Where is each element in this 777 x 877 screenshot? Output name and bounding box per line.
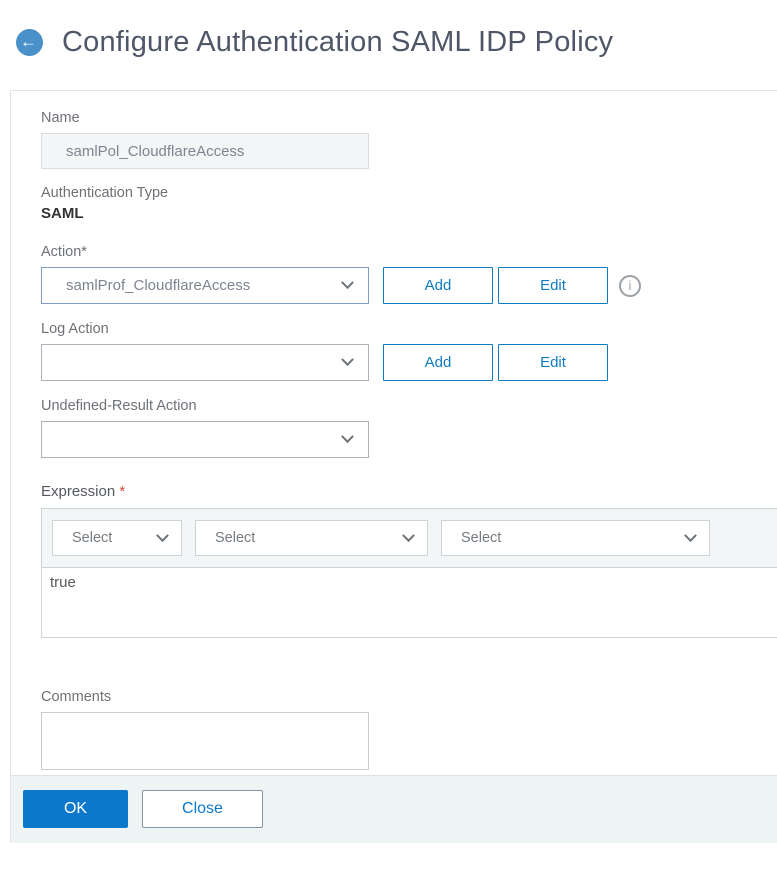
comments-label: Comments [41, 689, 112, 705]
comments-input[interactable] [41, 712, 369, 770]
expression-label: Expression * [41, 483, 126, 500]
action-row: samlProf_CloudflareAccess Add Edit i [41, 267, 777, 304]
expression-toolbar: Select Select Select [42, 509, 777, 568]
log-action-select[interactable] [41, 344, 369, 381]
page-title: Configure Authentication SAML IDP Policy [62, 26, 614, 58]
page-header: ← Configure Authentication SAML IDP Poli… [0, 0, 777, 59]
action-edit-button[interactable]: Edit [498, 267, 608, 304]
action-select-value: samlProf_CloudflareAccess [66, 277, 251, 294]
chevron-down-icon [341, 353, 354, 367]
expression-select-3[interactable]: Select [441, 520, 710, 556]
log-action-row: Add Edit [41, 344, 777, 381]
expression-select-1-value: Select [72, 530, 113, 546]
ok-button[interactable]: OK [23, 790, 128, 828]
chevron-down-icon [156, 528, 169, 542]
chevron-down-icon [402, 528, 415, 542]
chevron-down-icon [341, 430, 354, 444]
chevron-down-icon [684, 528, 697, 542]
log-action-label: Log Action [41, 321, 109, 337]
name-input[interactable] [41, 133, 369, 169]
expression-select-2-value: Select [215, 530, 256, 546]
expression-select-1[interactable]: Select [52, 520, 182, 556]
auth-type-value: SAML [41, 205, 84, 222]
required-asterisk: * [119, 483, 126, 500]
close-button[interactable]: Close [142, 790, 263, 828]
form-footer: OK Close [11, 775, 777, 843]
log-action-add-button[interactable]: Add [383, 344, 493, 381]
form-body: Name Authentication Type SAML Action* sa… [11, 91, 777, 775]
expression-editor: Select Select Select true [41, 508, 777, 638]
action-add-button[interactable]: Add [383, 267, 493, 304]
auth-type-label: Authentication Type [41, 185, 169, 201]
back-button[interactable]: ← [16, 29, 43, 56]
comments-block: Comments [41, 689, 777, 775]
action-label: Action* [41, 244, 87, 260]
undefined-result-action-label: Undefined-Result Action [41, 398, 197, 414]
name-label: Name [41, 110, 80, 126]
undefined-result-action-select[interactable] [41, 421, 369, 458]
chevron-down-icon [341, 276, 354, 290]
expression-input[interactable]: true [42, 568, 777, 637]
action-select[interactable]: samlProf_CloudflareAccess [41, 267, 369, 304]
expression-select-2[interactable]: Select [195, 520, 428, 556]
log-action-edit-button[interactable]: Edit [498, 344, 608, 381]
expression-select-3-value: Select [461, 530, 502, 546]
info-icon[interactable]: i [619, 274, 641, 297]
saml-idp-policy-form: Name Authentication Type SAML Action* sa… [10, 90, 777, 843]
back-arrow-icon: ← [20, 32, 37, 51]
